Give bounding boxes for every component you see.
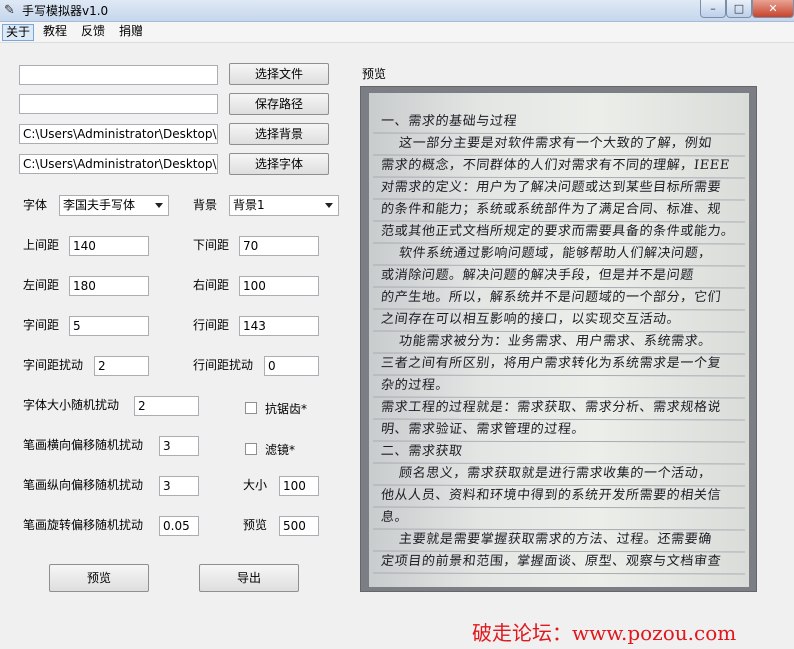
preview-size-input[interactable]: 500: [279, 516, 319, 536]
stroke-h-jitter-label: 笔画横向偏移随机扰动: [23, 438, 144, 452]
handwritten-line: 定项目的前景和范围，掌握面谈、原型、观察与文档审查: [380, 554, 722, 569]
minimize-button[interactable]: –: [700, 0, 726, 18]
stroke-rot-jitter-input[interactable]: 0.05: [159, 516, 199, 536]
top-margin-label: 上间距: [23, 238, 60, 252]
background-select[interactable]: 背景1: [229, 195, 339, 216]
filter-checkbox[interactable]: [245, 443, 257, 455]
export-button[interactable]: 导出: [199, 564, 299, 592]
close-button[interactable]: ✕: [752, 0, 794, 18]
left-margin-label: 左间距: [23, 278, 60, 292]
window-title: 手写模拟器v1.0: [22, 4, 109, 18]
background-select-label: 背景: [193, 198, 218, 212]
antialias-label: 抗锯齿*: [265, 402, 308, 416]
char-spacing-jitter-input[interactable]: 2: [94, 356, 149, 376]
size-label: 大小: [243, 478, 268, 492]
stroke-v-jitter-label: 笔画纵向偏移随机扰动: [23, 478, 144, 492]
right-margin-label: 右间距: [193, 278, 230, 292]
save-path-input[interactable]: [19, 94, 218, 114]
background-select-value: 背景1: [233, 198, 265, 212]
menu-donate[interactable]: 捐赠: [116, 24, 146, 41]
save-path-button[interactable]: 保存路径: [229, 93, 329, 115]
stroke-h-jitter-input[interactable]: 3: [159, 436, 199, 456]
antialias-checkbox[interactable]: [245, 402, 257, 414]
preview-label: 预览: [362, 67, 387, 81]
line-spacing-jitter-label: 行间距扰动: [193, 358, 254, 372]
font-select[interactable]: 李国夫手写体: [59, 195, 169, 216]
font-path-input[interactable]: C:\Users\Administrator\Desktop\: [19, 154, 218, 174]
stroke-rot-jitter-label: 笔画旋转偏移随机扰动: [23, 518, 144, 532]
menu-bar: 关于 教程 反馈 捐赠: [0, 22, 794, 43]
handwritten-paper: 一、需求的基础与过程 这一部分主要是对软件需求有一个大致的了解，例如 需求的概念…: [369, 93, 749, 587]
menu-tutorial[interactable]: 教程: [40, 24, 70, 41]
bottom-margin-label: 下间距: [193, 238, 230, 252]
font-size-jitter-input[interactable]: 2: [134, 396, 199, 416]
top-margin-input[interactable]: 140: [69, 236, 149, 256]
char-spacing-input[interactable]: 5: [69, 316, 149, 336]
chevron-down-icon: [155, 203, 163, 208]
line-spacing-input[interactable]: 143: [239, 316, 319, 336]
preview-size-label: 预览: [243, 518, 268, 532]
chevron-down-icon: [325, 203, 333, 208]
left-margin-input[interactable]: 180: [69, 276, 149, 296]
menu-about[interactable]: 关于: [2, 24, 35, 41]
font-size-jitter-label: 字体大小随机扰动: [23, 398, 120, 412]
char-spacing-label: 字间距: [23, 318, 60, 332]
choose-background-button[interactable]: 选择背景: [229, 123, 329, 145]
preview-image: 一、需求的基础与过程 这一部分主要是对软件需求有一个大致的了解，例如 需求的概念…: [360, 86, 757, 592]
filter-label: 滤镜*: [265, 443, 296, 457]
font-select-label: 字体: [23, 198, 48, 212]
line-spacing-label: 行间距: [193, 318, 230, 332]
font-select-value: 李国夫手写体: [63, 198, 136, 212]
text-file-input[interactable]: [19, 65, 218, 85]
bottom-margin-input[interactable]: 70: [239, 236, 319, 256]
choose-font-button[interactable]: 选择字体: [229, 153, 329, 175]
right-margin-input[interactable]: 100: [239, 276, 319, 296]
choose-file-button[interactable]: 选择文件: [229, 63, 329, 85]
background-path-input[interactable]: C:\Users\Administrator\Desktop\: [19, 124, 218, 144]
feather-pen-icon: ✎: [4, 3, 15, 18]
title-bar: ✎ 手写模拟器v1.0 – □ ✕: [0, 0, 794, 22]
maximize-button[interactable]: □: [726, 0, 752, 18]
stroke-v-jitter-input[interactable]: 3: [159, 476, 199, 496]
size-input[interactable]: 100: [279, 476, 319, 496]
line-spacing-jitter-input[interactable]: 0: [264, 356, 319, 376]
char-spacing-jitter-label: 字间距扰动: [23, 358, 84, 372]
menu-feedback[interactable]: 反馈: [78, 24, 108, 41]
preview-button[interactable]: 预览: [49, 564, 149, 592]
forum-watermark: 破走论坛：www.pozou.com: [472, 621, 737, 645]
